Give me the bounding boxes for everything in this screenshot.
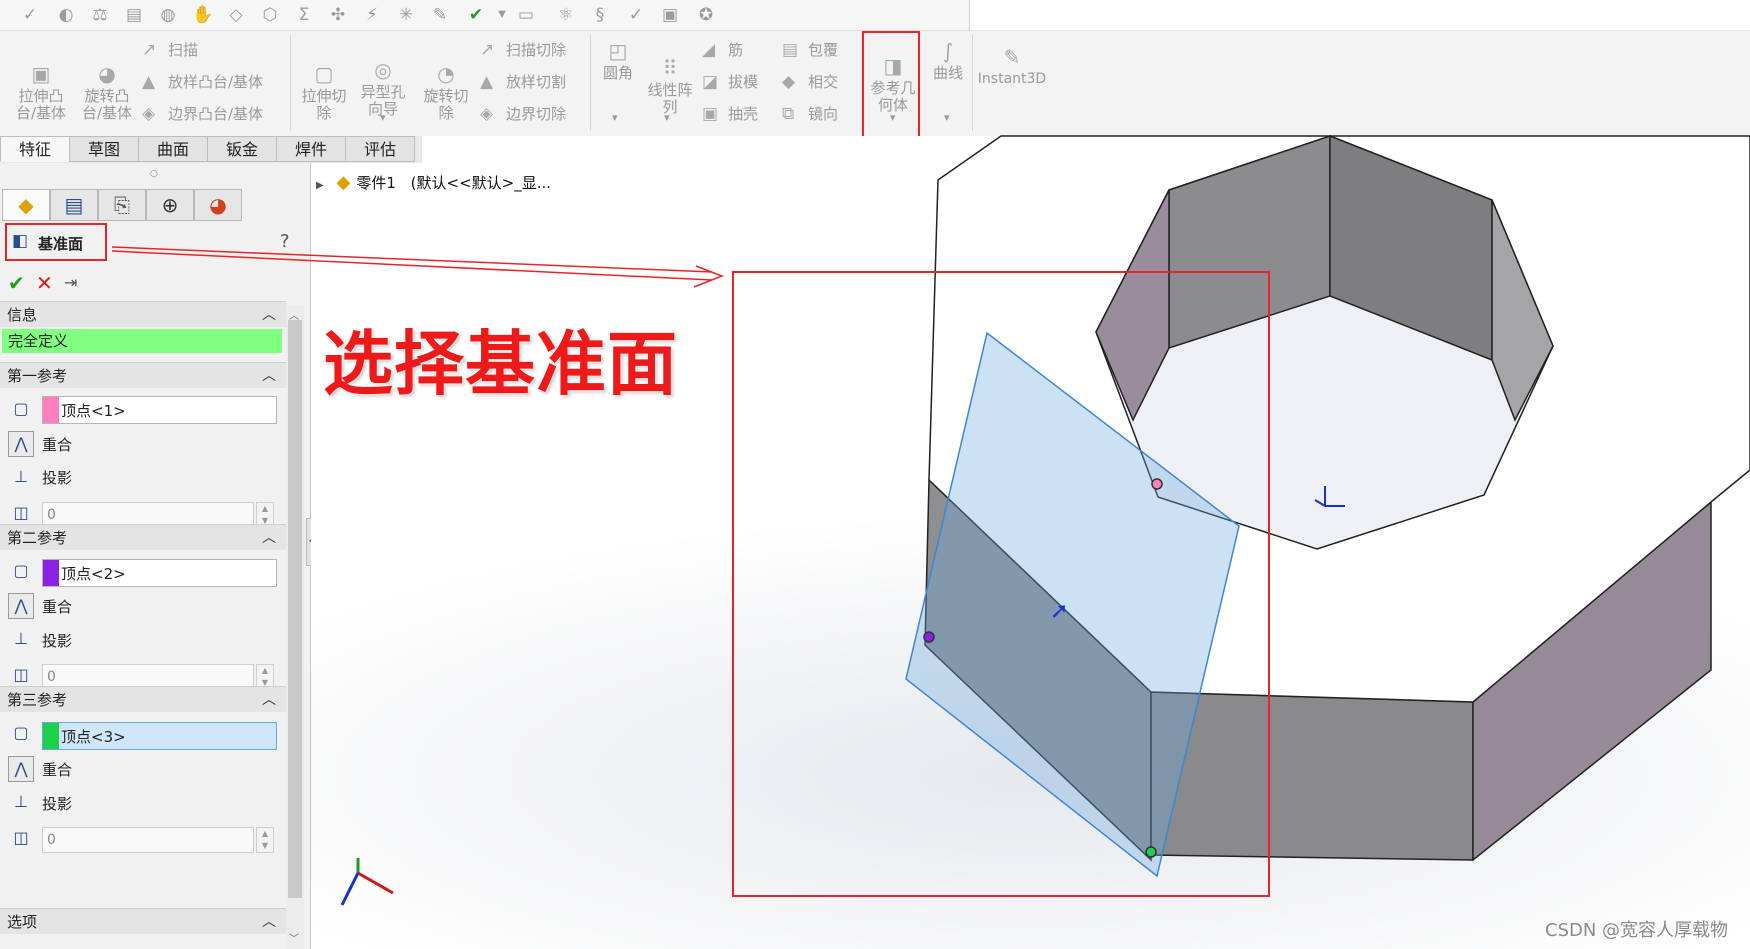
watermark-text: CSDN @宽容人厚载物 (1545, 920, 1729, 941)
annotation-arrow (111, 246, 725, 288)
vertex-1-marker[interactable] (1151, 478, 1163, 490)
plane-normal-icon: ➚ (1050, 599, 1068, 624)
vertex-3-marker[interactable] (1145, 846, 1157, 858)
model-graphics: ➚ (111, 134, 1750, 906)
nut-side-face[interactable] (1150, 691, 1474, 861)
coordinate-triad-icon (340, 858, 394, 906)
vertex-2-marker[interactable] (923, 631, 935, 643)
